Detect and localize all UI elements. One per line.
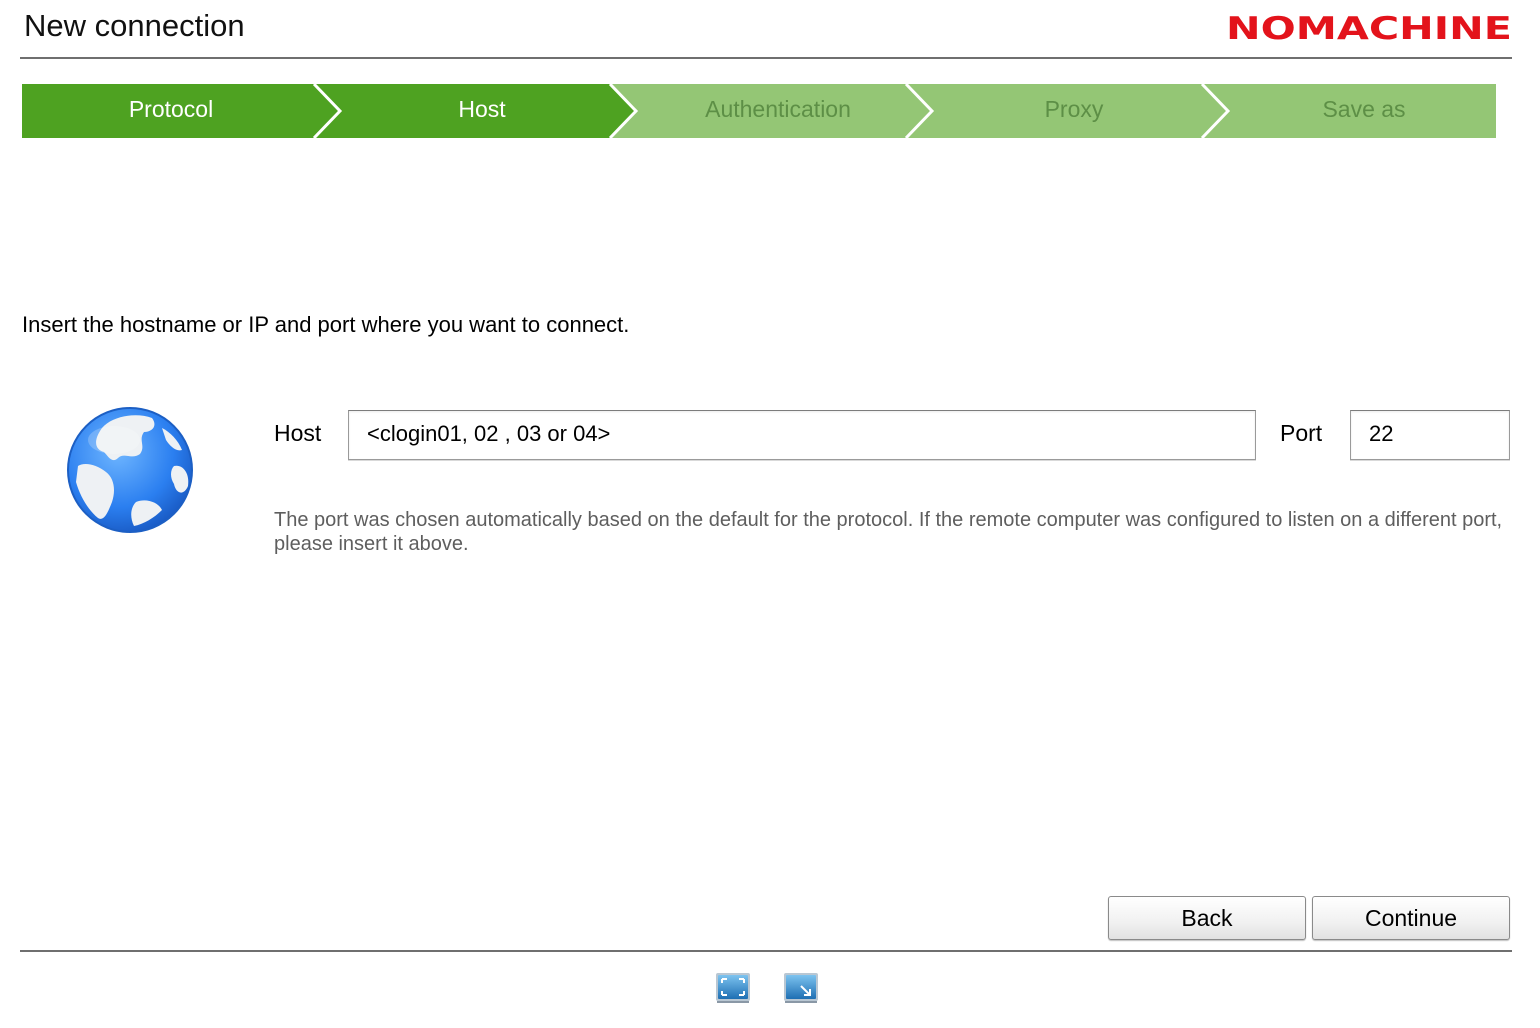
continue-button[interactable]: Continue	[1312, 896, 1510, 940]
footer-divider	[20, 950, 1512, 952]
brand-text: NOMACHINE	[1226, 12, 1512, 44]
port-input[interactable]: 22	[1350, 410, 1510, 460]
host-label: Host	[274, 420, 322, 446]
step-authentication[interactable]: Authentication	[628, 84, 928, 138]
step-proxy[interactable]: Proxy	[926, 84, 1222, 138]
new-connection-wizard: New connection NOMACHINE Protocol Host A…	[0, 0, 1540, 1028]
host-input[interactable]: <clogin01, 02 , 03 or 04>	[348, 410, 1256, 460]
instruction-text: Insert the hostname or IP and port where…	[22, 312, 630, 337]
step-protocol[interactable]: Protocol	[22, 84, 320, 138]
port-help-text: The port was chosen automatically based …	[274, 509, 1503, 555]
back-button[interactable]: Back	[1108, 896, 1306, 940]
step-save-as[interactable]: Save as	[1218, 84, 1510, 138]
globe-icon	[67, 407, 193, 533]
header-divider	[20, 57, 1512, 59]
wizard-steps: Protocol Host Authentication Proxy Save …	[22, 84, 1496, 138]
fullscreen-icon[interactable]	[715, 972, 751, 1004]
port-label: Port	[1280, 420, 1323, 446]
resize-window-icon[interactable]	[783, 972, 819, 1004]
nomachine-logo: NOMACHINE	[1226, 12, 1512, 44]
page-title: New connection	[24, 8, 245, 43]
step-host[interactable]: Host	[334, 84, 630, 138]
